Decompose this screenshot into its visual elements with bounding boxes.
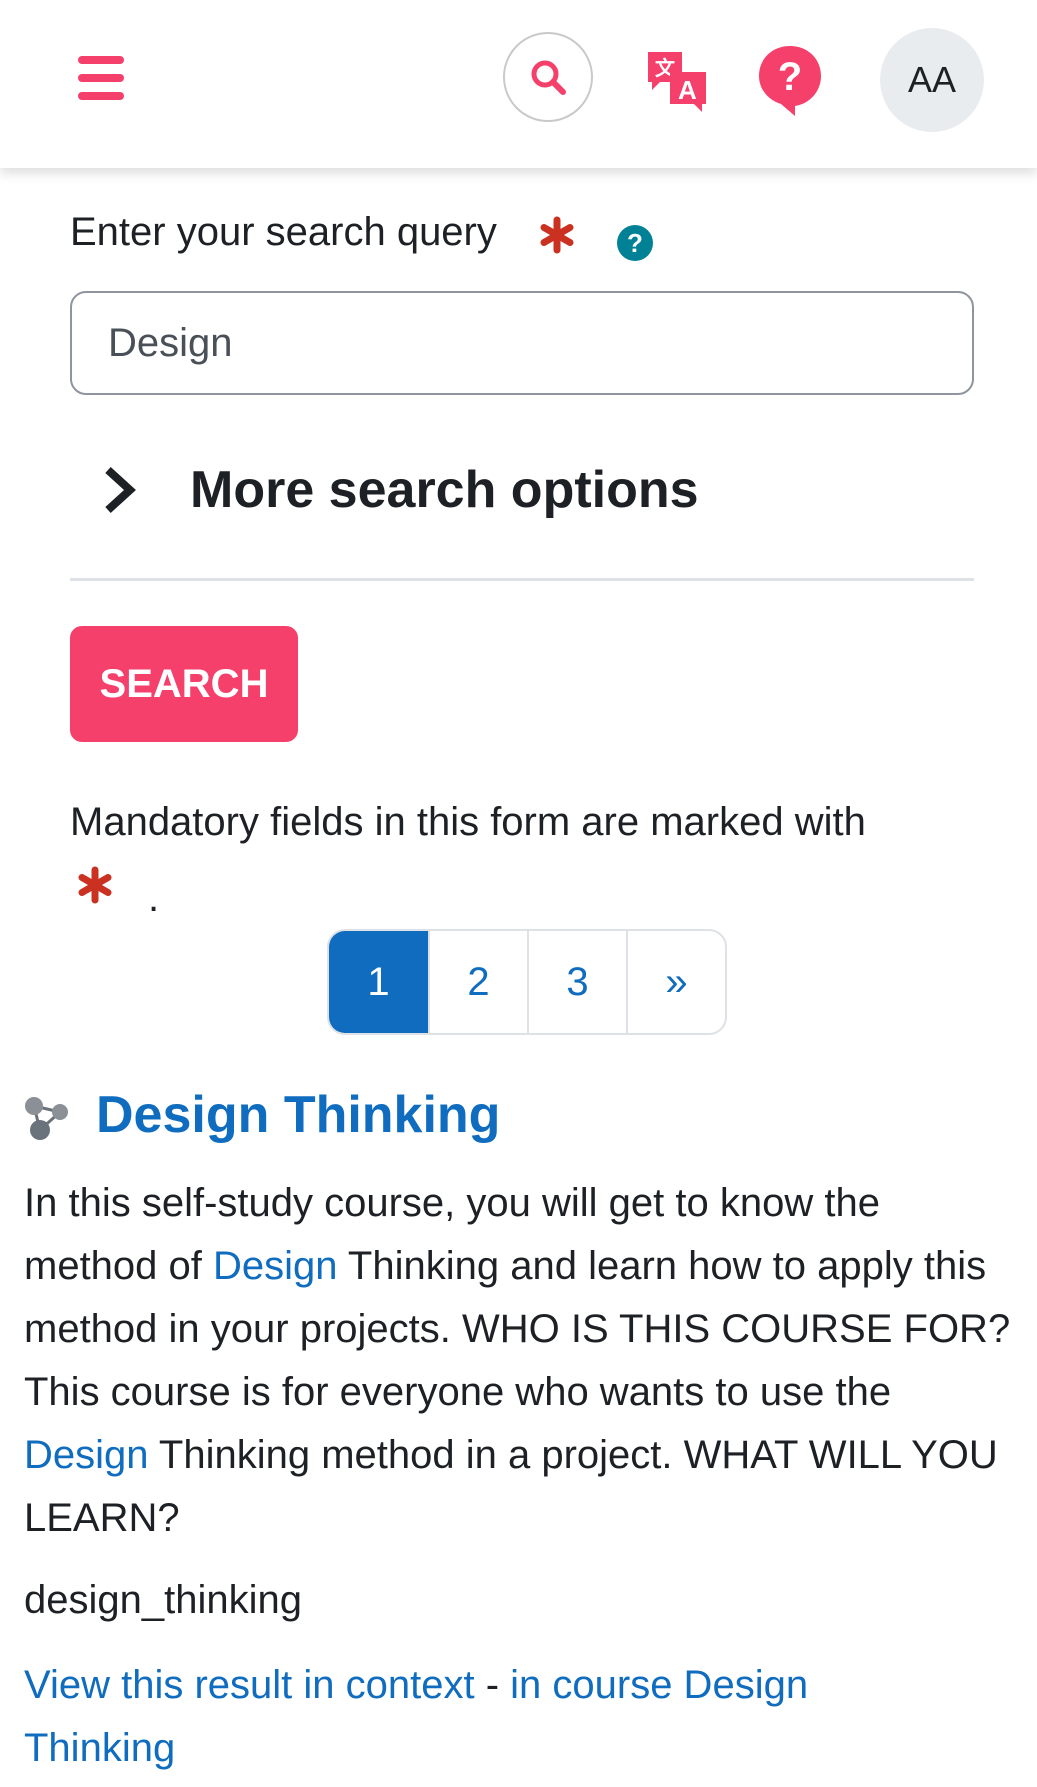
pagination: 1 2 3 » xyxy=(327,929,727,1035)
result-description: In this self-study course, you will get … xyxy=(24,1172,1024,1550)
search-icon xyxy=(531,60,566,95)
svg-text:A: A xyxy=(678,75,697,105)
page-link-1[interactable]: 1 xyxy=(329,931,428,1033)
search-submit-button[interactable]: SEARCH xyxy=(70,626,298,742)
search-query-input[interactable] xyxy=(70,291,974,395)
page-link-next[interactable]: » xyxy=(625,931,725,1033)
search-query-label: Enter your search query xyxy=(70,210,497,254)
search-button[interactable] xyxy=(503,32,593,122)
more-search-options-toggle[interactable]: More search options xyxy=(100,460,699,520)
link-separator: - xyxy=(474,1663,511,1707)
user-avatar[interactable]: AA xyxy=(880,28,984,132)
translate-icon[interactable]: 文 A xyxy=(646,50,708,112)
course-icon xyxy=(25,1097,68,1140)
description-text: Thinking method in a project. WHAT WILL … xyxy=(24,1433,998,1540)
question-circle-icon[interactable]: ? xyxy=(616,224,654,262)
course-shortname: design_thinking xyxy=(24,1578,302,1622)
required-asterisk-icon xyxy=(540,216,574,254)
svg-text:?: ? xyxy=(778,55,802,99)
result-course-title-link[interactable]: Design Thinking xyxy=(96,1085,500,1145)
top-navbar: 文 A ? AA xyxy=(0,0,1037,168)
required-asterisk-icon xyxy=(78,866,112,904)
avatar-initials: AA xyxy=(907,59,957,100)
page-link-2[interactable]: 2 xyxy=(427,931,527,1033)
result-context-links: View this result in context - in course … xyxy=(24,1654,904,1780)
search-highlight: Design xyxy=(24,1433,149,1477)
page-link-3[interactable]: 3 xyxy=(526,931,626,1033)
more-search-options-label: More search options xyxy=(190,461,699,519)
chevron-right-icon xyxy=(105,467,136,513)
mandatory-fields-note: Mandatory fields in this form are marked… xyxy=(70,800,866,844)
view-in-context-link[interactable]: View this result in context xyxy=(24,1663,475,1707)
help-bubble-icon[interactable]: ? xyxy=(757,44,823,116)
search-highlight: Design xyxy=(213,1244,338,1288)
divider xyxy=(70,578,974,581)
svg-text:?: ? xyxy=(627,228,643,258)
mandatory-note-period: . xyxy=(148,876,160,920)
hamburger-icon[interactable] xyxy=(70,52,130,104)
